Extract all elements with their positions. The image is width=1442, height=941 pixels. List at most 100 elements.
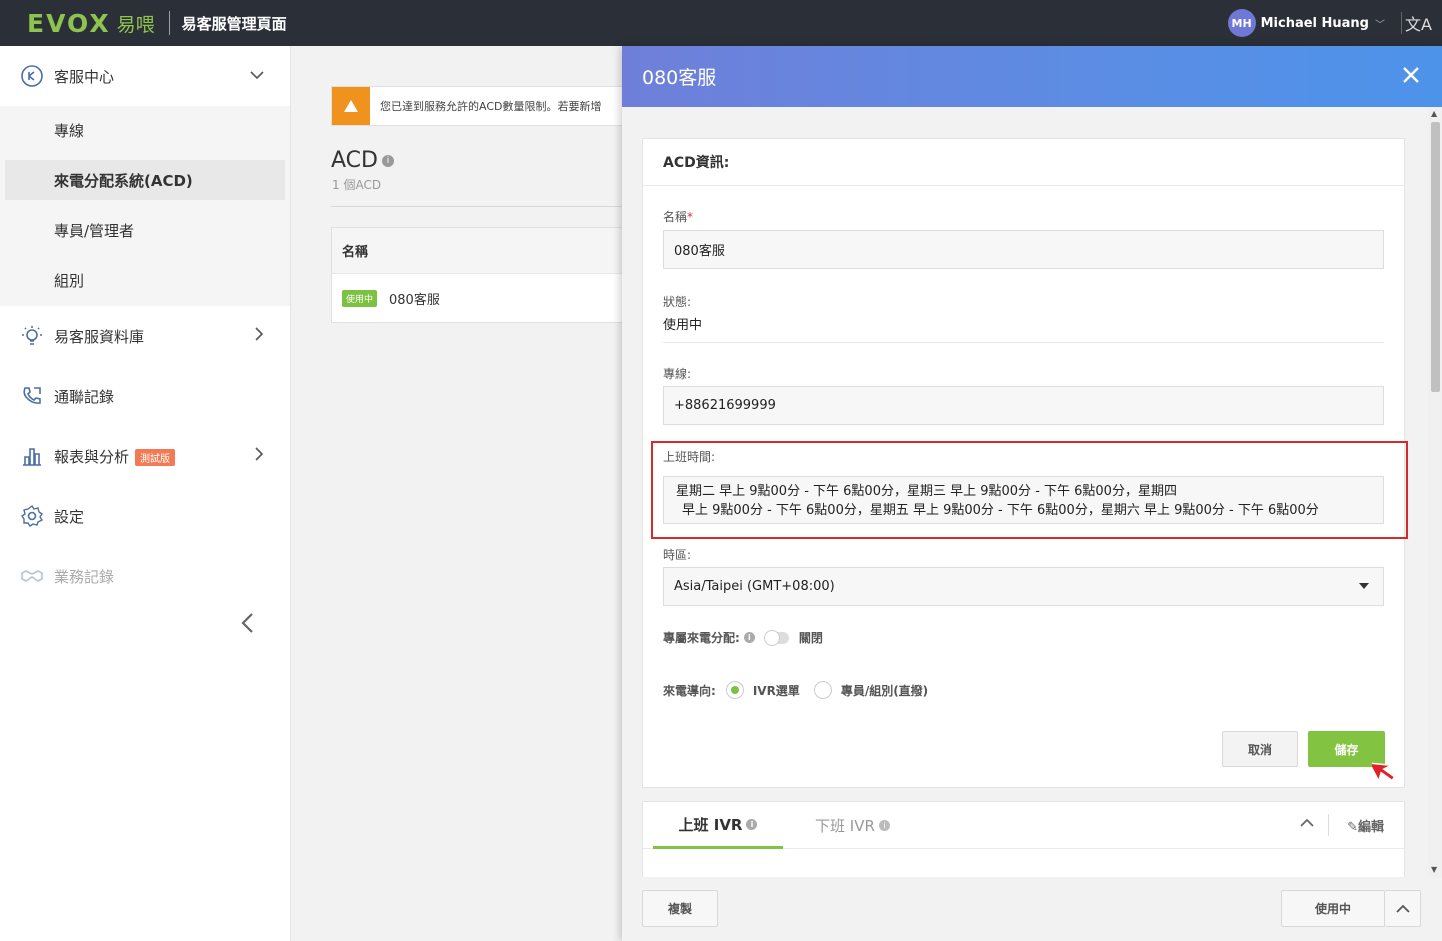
scroll-thumb[interactable]: [1431, 122, 1440, 392]
tab-label: 上班 IVR: [678, 815, 743, 834]
translate-icon[interactable]: 文A: [1405, 11, 1432, 35]
app-title: 易客服管理頁面: [181, 14, 287, 33]
scroll-down-icon[interactable]: ▼: [1431, 865, 1437, 874]
user-menu[interactable]: MH Michael Huang ﹀: [1227, 9, 1385, 37]
tab-label: 下班 IVR: [815, 817, 875, 835]
chevron-right-icon: [254, 327, 264, 345]
info-icon[interactable]: i: [746, 818, 758, 830]
section-title: ACD資訊:: [643, 139, 1404, 186]
sidebar-item-label: 報表與分析 測試版: [54, 446, 176, 467]
timezone-label: 時區:: [663, 548, 692, 562]
phone-icon: [20, 384, 44, 408]
handshake-icon: [20, 564, 44, 588]
table-row[interactable]: 使用中 080客服: [332, 274, 630, 322]
sidebar-item-acd[interactable]: 來電分配系統(ACD): [5, 160, 285, 200]
alert-text: 您已達到服務允許的ACD數量限制。若要新增: [380, 100, 602, 113]
reports-label: 報表與分析: [54, 447, 130, 466]
gear-icon: [20, 504, 44, 528]
logo-text: EVOX: [27, 8, 111, 38]
ivr-card: 上班 IVR i 下班 IVR i ✎編輯: [642, 801, 1405, 877]
chevron-down-icon: [250, 68, 264, 84]
drawer-footer: 複製 使用中: [622, 877, 1442, 941]
page-title: ACD i: [331, 148, 394, 173]
collapse-icon[interactable]: [1300, 816, 1314, 832]
divider: [168, 11, 170, 35]
name-input[interactable]: 080客服: [663, 230, 1384, 269]
sidebar: 客服中心 專線 來電分配系統(ACD) 專員/管理者 組別 易客服資料庫 通聯記…: [0, 46, 291, 941]
sidebar-item-groups[interactable]: 組別: [5, 260, 285, 300]
required-mark: *: [687, 210, 694, 224]
sidebar-item-knowledge-base[interactable]: 易客服資料庫: [0, 316, 290, 356]
table-header: 名稱: [332, 228, 630, 274]
cancel-button[interactable]: 取消: [1222, 731, 1298, 767]
radio-ivr-label[interactable]: IVR選單: [753, 682, 800, 699]
info-icon[interactable]: i: [381, 155, 394, 167]
headset-icon: [20, 64, 44, 88]
status-label: 狀態:: [663, 295, 692, 309]
sidebar-item-reports[interactable]: 報表與分析 測試版: [0, 436, 290, 476]
timezone-select[interactable]: Asia/Taipei (GMT+08:00): [663, 567, 1384, 606]
caret-down-icon: [1359, 583, 1369, 589]
ivr-tabs: 上班 IVR i 下班 IVR i ✎編輯: [643, 802, 1404, 849]
collapse-sidebar-icon[interactable]: [240, 612, 254, 640]
drawer-header: 080客服: [622, 46, 1442, 107]
dedicated-toggle[interactable]: [763, 629, 789, 646]
lightbulb-icon: [20, 324, 44, 348]
cursor-arrow-icon: [1367, 756, 1404, 794]
divider: [1401, 12, 1402, 34]
chevron-up-icon[interactable]: [1385, 890, 1421, 927]
page-title-text: ACD: [331, 148, 378, 173]
radio-ivr[interactable]: [725, 681, 744, 699]
logo[interactable]: EVOX 易喂: [27, 0, 155, 46]
sidebar-item-label: 通聯記錄: [54, 387, 115, 406]
info-icon[interactable]: i: [743, 632, 755, 643]
line-label: 專線:: [663, 367, 692, 381]
copy-button[interactable]: 複製: [642, 890, 718, 927]
pencil-icon: ✎: [1347, 820, 1358, 835]
dedicated-acd-row: 專屬來電分配: i 關閉: [663, 629, 823, 646]
sidebar-item-call-logs[interactable]: 通聯記錄: [0, 376, 290, 416]
acd-table: 名稱 使用中 080客服: [331, 227, 631, 323]
sidebar-item-customer-center[interactable]: 客服中心: [0, 56, 290, 96]
radio-direct-label[interactable]: 專員/組別(直撥): [841, 682, 928, 699]
timezone-value: Asia/Taipei (GMT+08:00): [674, 579, 835, 594]
warning-icon: [332, 87, 370, 125]
tab-ivr-off[interactable]: 下班 IVR i: [815, 802, 890, 849]
acd-detail-drawer: 080客服 ACD資訊: 名稱* 080客服 狀態: 使用中 專線: +8862…: [622, 46, 1442, 941]
drawer-body[interactable]: ACD資訊: 名稱* 080客服 狀態: 使用中 專線: +8862169999…: [622, 107, 1442, 877]
tab-ivr-on[interactable]: 上班 IVR i: [653, 802, 783, 849]
name-label-text: 名稱: [663, 210, 688, 224]
row-name: 080客服: [389, 292, 440, 308]
sidebar-item-settings[interactable]: 設定: [0, 496, 290, 536]
sidebar-item-business-records[interactable]: 業務記錄: [0, 556, 290, 596]
toggle-knob: [763, 629, 780, 646]
sidebar-item-label: 業務記錄: [54, 567, 115, 586]
drawer-title: 080客服: [642, 67, 717, 89]
dedicated-label: 專屬來電分配:: [663, 631, 740, 645]
name-label: 名稱*: [663, 208, 693, 225]
radio-direct[interactable]: [813, 681, 832, 699]
scrollbar[interactable]: ▲ ▼: [1428, 107, 1442, 877]
sidebar-item-label: 易客服資料庫: [54, 327, 145, 346]
submenu: 專線 來電分配系統(ACD) 專員/管理者 組別: [0, 106, 290, 306]
limit-alert: 您已達到服務允許的ACD數量限制。若要新增: [331, 86, 631, 126]
status-dropdown-button[interactable]: 使用中: [1281, 890, 1385, 927]
scroll-up-icon[interactable]: ▲: [1431, 109, 1437, 118]
business-hours-field[interactable]: 星期二 早上 9點00分 - 下午 6點00分，星期三 早上 9點00分 - 下…: [663, 476, 1384, 524]
edit-label: 編輯: [1357, 820, 1384, 835]
line-input[interactable]: +88621699999: [663, 386, 1384, 425]
sidebar-item-label: 客服中心: [54, 67, 115, 86]
sidebar-item-agents[interactable]: 專員/管理者: [5, 210, 285, 250]
divider: [663, 342, 1384, 343]
close-icon[interactable]: [1402, 62, 1420, 90]
info-icon[interactable]: i: [878, 820, 890, 831]
hours-label: 上班時間:: [663, 450, 716, 464]
toggle-state: 關閉: [798, 631, 823, 645]
routing-row: 來電導向: IVR選單 專員/組別(直撥): [663, 681, 928, 699]
status-value: 使用中: [663, 318, 703, 333]
sidebar-item-lines[interactable]: 專線: [5, 110, 285, 150]
acd-count: 1 個ACD: [332, 178, 382, 192]
divider: [331, 206, 631, 207]
logo-cn: 易喂: [116, 13, 155, 36]
edit-button[interactable]: ✎編輯: [1347, 816, 1384, 835]
